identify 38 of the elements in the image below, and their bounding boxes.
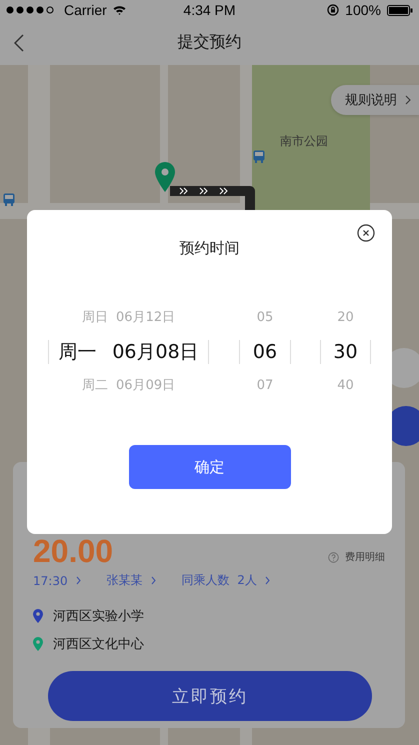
trip-option-link[interactable]: 同乘人数 2人 [182, 572, 270, 589]
price-amount: 20.00 [33, 534, 114, 568]
rotation-lock-icon [327, 4, 340, 16]
chevron-icon [76, 576, 81, 585]
chevron-icon [264, 576, 270, 585]
bus-icon [3, 193, 15, 206]
chevron-icon [150, 576, 156, 585]
trip-option-link[interactable]: 张某某 [106, 572, 156, 589]
dialog-title: 预约时间 [178, 239, 240, 258]
picker-option[interactable]: 06 [239, 340, 291, 364]
picker-option[interactable]: 05 [239, 310, 291, 326]
back-icon[interactable] [14, 34, 24, 52]
chevron-icon [405, 95, 411, 105]
page-title: 提交预约 [178, 32, 242, 53]
bus-icon [253, 150, 265, 163]
battery-percent: 100% [345, 2, 381, 18]
close-icon[interactable] [357, 224, 375, 242]
map-place-label: 南市公园 [280, 133, 328, 150]
fee-detail-link[interactable]: 费用明细 [328, 550, 385, 564]
battery-icon [386, 4, 413, 16]
confirm-button[interactable]: 确定 [128, 445, 290, 489]
picker-option[interactable]: 周日 06月12日 [48, 310, 209, 326]
picker-option[interactable]: 周二 06月09日 [48, 378, 209, 394]
picker-option[interactable]: 40 [320, 378, 371, 394]
place-name: 河西区文化中心 [53, 636, 144, 653]
picker-option[interactable]: 周一 06月08日 [48, 340, 209, 364]
clock-time: 4:34 PM [183, 2, 236, 18]
carrier-label: Carrier [64, 2, 107, 18]
wifi-icon [112, 5, 126, 15]
help-icon [328, 552, 339, 562]
location-pin-icon [155, 162, 175, 192]
trip-option-link[interactable]: 17:30 [33, 572, 81, 589]
rules-button[interactable]: 规则说明 [331, 85, 419, 115]
place-name: 河西区实验小学 [53, 608, 144, 625]
picker-option[interactable]: 20 [320, 310, 371, 326]
picker-option[interactable]: 07 [239, 378, 291, 394]
picker-option[interactable]: 30 [320, 340, 371, 364]
book-now-button[interactable]: 立即预约 [48, 671, 372, 721]
